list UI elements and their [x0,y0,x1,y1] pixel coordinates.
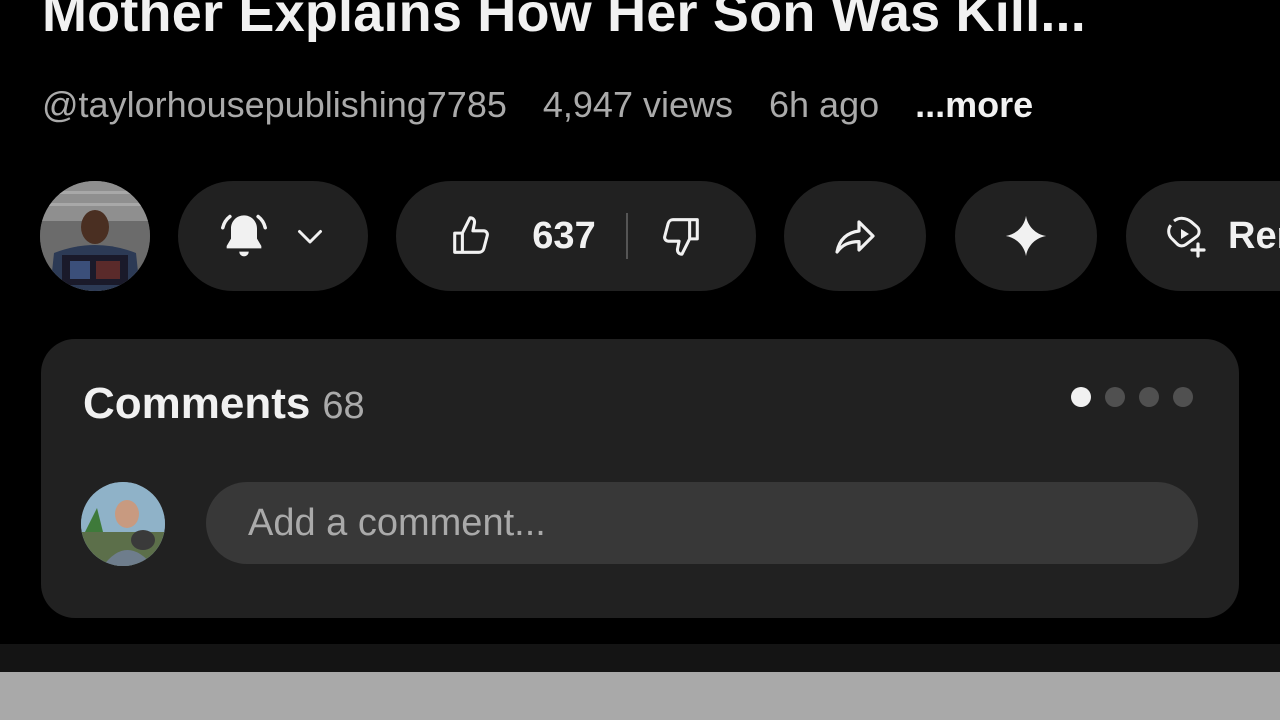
comments-pager [1057,387,1193,407]
comments-count: 68 [322,385,365,427]
pager-dot [1139,387,1159,407]
remix-button[interactable]: Remix [1126,181,1280,291]
sparkle-icon [1005,215,1047,257]
ask-ai-button[interactable] [955,181,1097,291]
pager-dot [1105,387,1125,407]
share-arrow-icon [835,220,875,254]
view-count: 4,947 views [542,84,733,125]
section-divider [0,644,1280,672]
comments-panel[interactable]: Comments 68 [41,339,1239,618]
pager-dot [1173,387,1193,407]
thumbs-up-icon[interactable] [448,213,494,259]
upload-age: 6h ago [769,84,880,125]
like-count[interactable]: 637 [532,215,595,258]
pager-dot-active [1071,387,1091,407]
chevron-down-icon [298,230,322,244]
current-user-avatar [81,482,165,566]
user-avatar-image [81,482,165,566]
action-bar: 637 Remix [0,181,1280,291]
channel-avatar-image [40,181,150,291]
remix-icon [1167,216,1206,258]
video-title[interactable]: Mother Explains How Her Son Was Kill... [42,0,1086,44]
channel-avatar[interactable] [40,181,150,291]
remix-label: Remix [1228,214,1280,257]
more-link[interactable]: ...more [915,84,1033,125]
bottom-overlay-bar [0,672,1280,720]
video-watch-page: Mother Explains How Her Son Was Kill... … [0,0,1280,720]
thumbs-down-icon[interactable] [658,213,704,259]
subscribed-notifications-button[interactable] [178,181,368,291]
comments-title: Comments [83,379,311,428]
channel-handle[interactable]: @taylorhousepublishing7785 [42,84,507,125]
add-comment-input[interactable] [206,482,1198,564]
like-dislike-group: 637 [396,181,756,291]
share-button[interactable] [784,181,926,291]
like-divider [625,213,628,259]
comments-header: Comments 68 [83,379,365,429]
video-meta-row: @taylorhousepublishing7785 4,947 views 6… [42,84,1033,126]
bell-icon [221,214,267,257]
